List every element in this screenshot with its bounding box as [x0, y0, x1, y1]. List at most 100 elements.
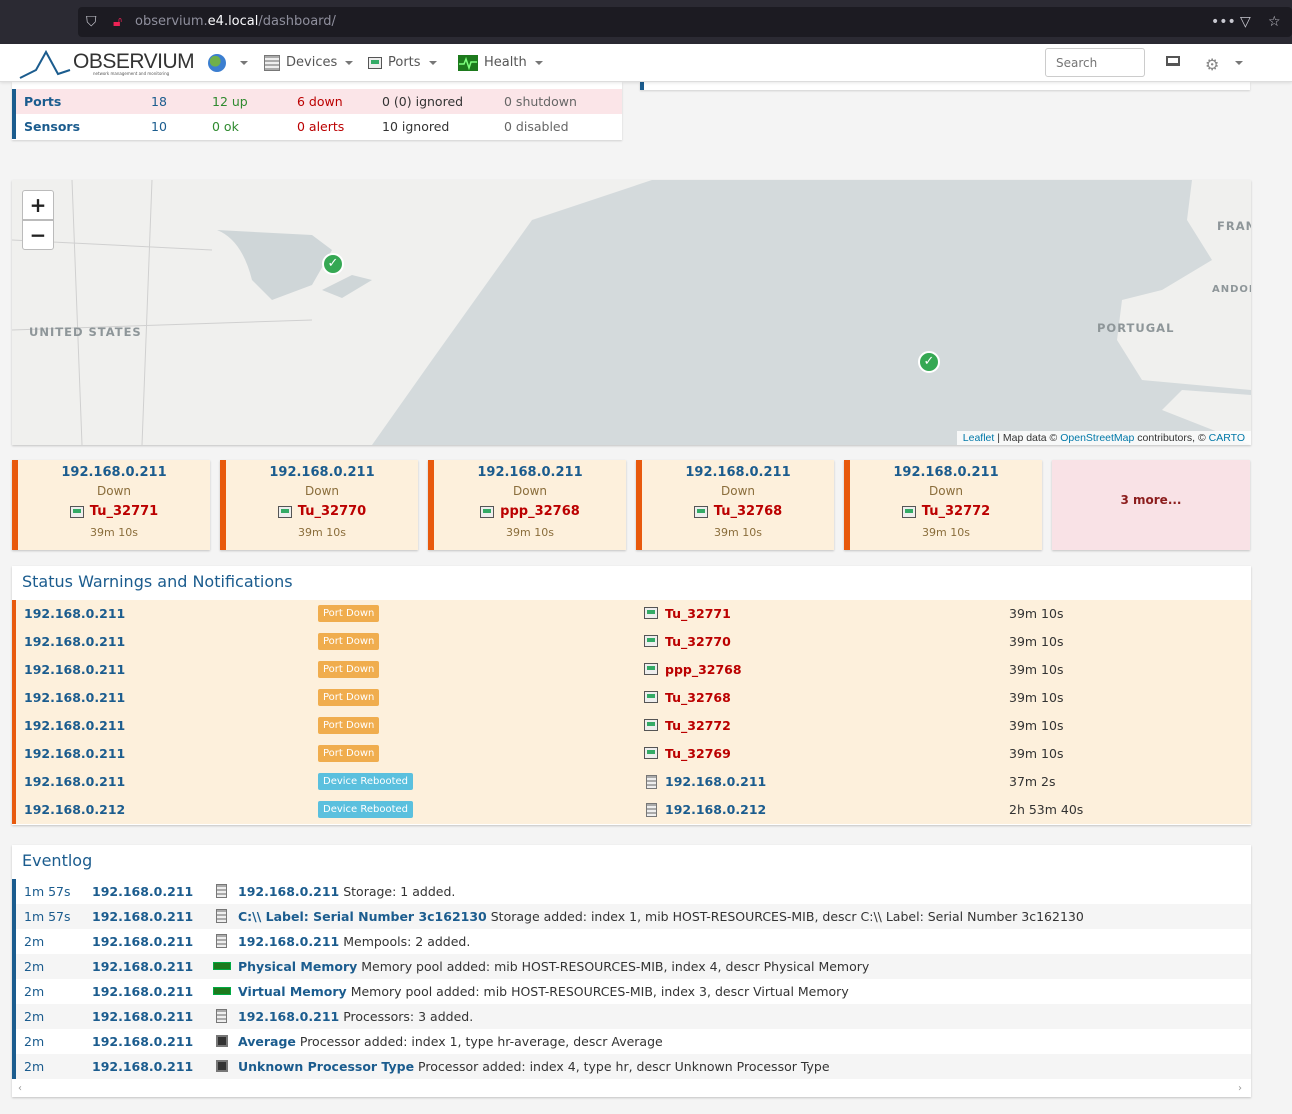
leaflet-link[interactable]: Leaflet [963, 432, 995, 444]
event-device[interactable]: 192.168.0.211 [92, 1054, 193, 1079]
alert-device[interactable]: 192.168.0.211 [642, 465, 834, 480]
stats-sensors-alerts[interactable]: 0 alerts [297, 114, 344, 139]
device-marker-ok-icon[interactable]: ✓ [322, 253, 344, 275]
event-entity[interactable]: 192.168.0.211 [238, 1009, 339, 1024]
zoom-in-button[interactable]: + [22, 190, 54, 220]
event-device[interactable]: 192.168.0.211 [92, 879, 193, 904]
url-text[interactable]: observium.e4.local/dashboard/ [135, 7, 336, 37]
event-row: 2m 192.168.0.211 Physical Memory Memory … [12, 954, 1251, 979]
device-marker-ok-icon[interactable]: ✓ [918, 351, 940, 373]
nav-devices[interactable]: Devices [264, 44, 354, 82]
globe-menu[interactable] [208, 44, 248, 82]
stats-ports-down[interactable]: 6 down [297, 89, 343, 114]
status-device[interactable]: 192.168.0.211 [24, 712, 125, 740]
stats-sensors-ignored[interactable]: 10 ignored [382, 114, 449, 139]
chevron-down-icon[interactable] [1235, 61, 1243, 65]
event-time: 2m [24, 934, 45, 949]
alert-port[interactable]: Tu_32770 [298, 504, 366, 519]
status-device[interactable]: 192.168.0.211 [24, 628, 125, 656]
nav-ports-label: Ports [388, 55, 421, 70]
eventlog-title: Eventlog [22, 851, 93, 870]
scroll-right-icon[interactable]: › [1238, 1083, 1242, 1094]
status-row: 192.168.0.211 Port Down Tu_32770 39m 10s [12, 628, 1251, 656]
nav-ports[interactable]: Ports [368, 44, 437, 82]
event-device[interactable]: 192.168.0.211 [92, 904, 193, 929]
device-map[interactable]: + − UNITED STATES PORTUGAL FRAN ANDOR ✓ … [12, 180, 1251, 445]
alert-port[interactable]: Tu_32771 [90, 504, 158, 519]
port-icon [277, 505, 292, 518]
row-indicator [12, 114, 16, 139]
nav-health[interactable]: Health [458, 44, 543, 82]
scroll-left-icon[interactable]: ‹ [18, 1083, 22, 1094]
stats-sensors-ok[interactable]: 0 ok [212, 114, 239, 139]
status-entity[interactable]: Tu_32768 [665, 684, 731, 712]
laptop-icon[interactable] [1166, 56, 1180, 66]
gear-icon[interactable]: ⚙ [1205, 55, 1219, 74]
alert-device[interactable]: 192.168.0.211 [850, 465, 1042, 480]
event-row: 2m 192.168.0.211 192.168.0.211 Mempools:… [12, 929, 1251, 954]
stats-ports-name[interactable]: Ports [24, 89, 61, 114]
event-entity[interactable]: 192.168.0.211 [238, 884, 339, 899]
event-entity[interactable]: Unknown Processor Type [238, 1059, 414, 1074]
alert-port[interactable]: Tu_32772 [922, 504, 990, 519]
status-device[interactable]: 192.168.0.211 [24, 656, 125, 684]
stats-sensors-disabled[interactable]: 0 disabled [504, 114, 569, 139]
status-device[interactable]: 192.168.0.211 [24, 684, 125, 712]
status-device[interactable]: 192.168.0.212 [24, 796, 125, 824]
alert-device[interactable]: 192.168.0.211 [226, 465, 418, 480]
event-device[interactable]: 192.168.0.211 [92, 1029, 193, 1054]
event-entity[interactable]: Physical Memory [238, 959, 357, 974]
alert-device[interactable]: 192.168.0.211 [434, 465, 626, 480]
alert-time: 39m 10s [298, 526, 346, 539]
port-down-alert[interactable]: 192.168.0.211 Down Tu_32772 39m 10s [844, 460, 1042, 550]
stats-sensors-name[interactable]: Sensors [24, 114, 80, 139]
event-device[interactable]: 192.168.0.211 [92, 1004, 193, 1029]
port-down-alert[interactable]: 192.168.0.211 Down Tu_32771 39m 10s [12, 460, 210, 550]
osm-link[interactable]: OpenStreetMap [1060, 432, 1134, 444]
event-device[interactable]: 192.168.0.211 [92, 979, 193, 1004]
status-entity[interactable]: 192.168.0.211 [665, 768, 766, 796]
status-entity[interactable]: Tu_32771 [665, 600, 731, 628]
alert-port[interactable]: Tu_32768 [714, 504, 782, 519]
bookmark-star-icon[interactable]: ☆ [1268, 7, 1281, 37]
server-icon [216, 884, 227, 898]
port-icon [644, 691, 658, 703]
status-entity[interactable]: Tu_32772 [665, 712, 731, 740]
event-entity[interactable]: 192.168.0.211 [238, 934, 339, 949]
zoom-out-button[interactable]: − [22, 220, 54, 250]
event-device[interactable]: 192.168.0.211 [92, 954, 193, 979]
status-label: Port Down [318, 633, 380, 650]
alert-port[interactable]: ppp_32768 [500, 504, 580, 519]
event-device[interactable]: 192.168.0.211 [92, 929, 193, 954]
stats-ports-up[interactable]: 12 up [212, 89, 248, 114]
status-device[interactable]: 192.168.0.211 [24, 768, 125, 796]
event-row: 2m 192.168.0.211 Unknown Processor Type … [12, 1054, 1251, 1079]
more-alerts-button[interactable]: 3 more... [1052, 460, 1250, 550]
stats-ports-ignored[interactable]: 0 (0) ignored [382, 89, 463, 114]
search-input[interactable] [1045, 48, 1145, 77]
stats-ports-total[interactable]: 18 [151, 89, 167, 114]
port-down-alert[interactable]: 192.168.0.211 Down ppp_32768 39m 10s [428, 460, 626, 550]
stats-sensors-total[interactable]: 10 [151, 114, 167, 139]
event-row: 1m 57s 192.168.0.211 192.168.0.211 Stora… [12, 879, 1251, 904]
port-down-alert[interactable]: 192.168.0.211 Down Tu_32768 39m 10s [636, 460, 834, 550]
port-down-alert[interactable]: 192.168.0.211 Down Tu_32770 39m 10s [220, 460, 418, 550]
event-entity[interactable]: Virtual Memory [238, 984, 347, 999]
more-actions-icon[interactable]: ••• [1211, 7, 1236, 37]
status-entity[interactable]: ppp_32768 [665, 656, 742, 684]
status-entity[interactable]: Tu_32769 [665, 740, 731, 768]
shield-icon[interactable]: ⛉ [86, 7, 97, 37]
alert-device[interactable]: 192.168.0.211 [18, 465, 210, 480]
event-message: Storage: 1 added. [343, 884, 456, 899]
status-entity[interactable]: 192.168.0.212 [665, 796, 766, 824]
status-device[interactable]: 192.168.0.211 [24, 600, 125, 628]
stats-ports-shutdown[interactable]: 0 shutdown [504, 89, 577, 114]
event-entity[interactable]: C:\\ Label: Serial Number 3c162130 [238, 909, 487, 924]
event-entity[interactable]: Average [238, 1034, 296, 1049]
status-entity[interactable]: Tu_32770 [665, 628, 731, 656]
pocket-icon[interactable]: ▽ [1240, 7, 1251, 37]
stats-summary: Ports 18 12 up 6 down 0 (0) ignored 0 sh… [12, 82, 622, 140]
carto-link[interactable]: CARTO [1209, 432, 1245, 444]
status-device[interactable]: 192.168.0.211 [24, 740, 125, 768]
insecure-lock-icon[interactable]: 🔓︎ [113, 7, 122, 37]
